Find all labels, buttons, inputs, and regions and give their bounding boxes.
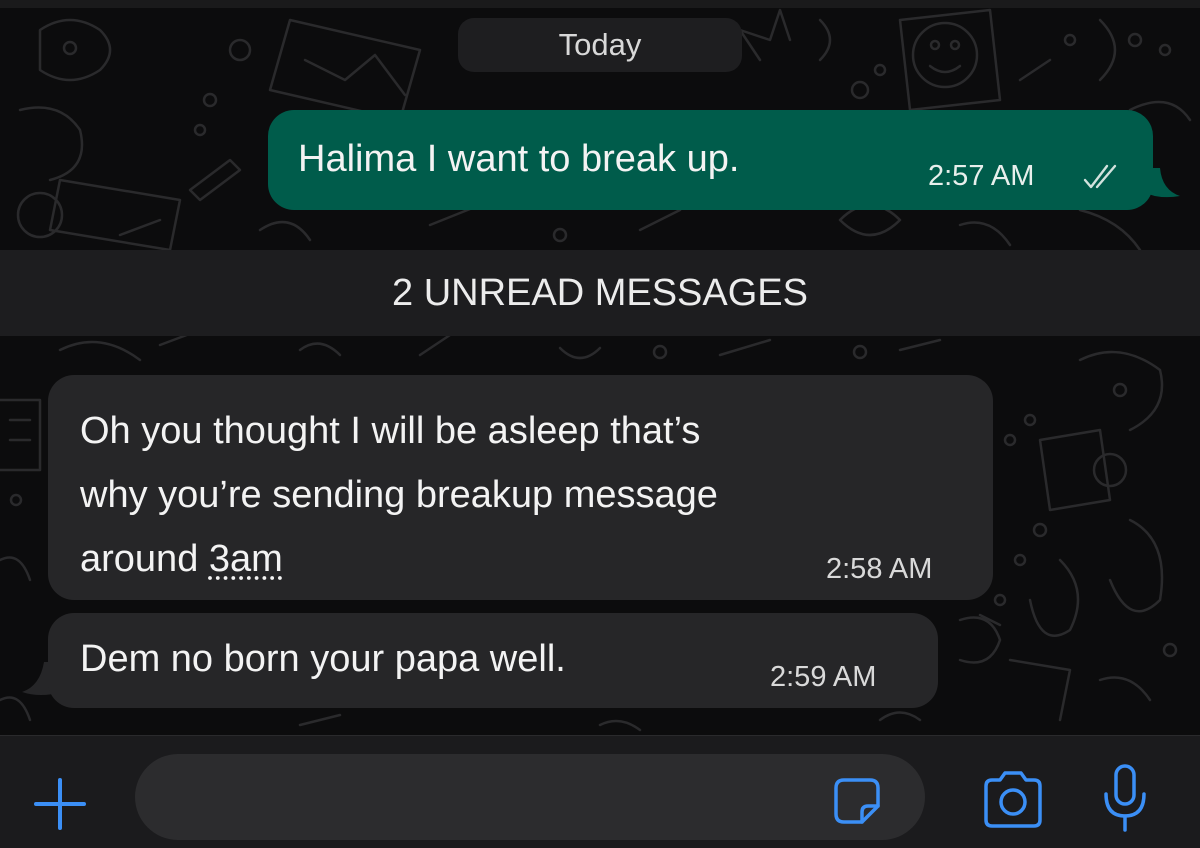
chat-screen: Today Halima I want to break up. 2:57 AM… bbox=[0, 0, 1200, 848]
message-input[interactable] bbox=[135, 754, 925, 840]
incoming-message[interactable]: Oh you thought I will be asleep that’s w… bbox=[48, 375, 993, 600]
plus-icon[interactable] bbox=[30, 774, 90, 834]
time-link[interactable]: 3am bbox=[209, 538, 283, 580]
message-time: 2:57 AM bbox=[928, 160, 1035, 192]
message-text: Oh you thought I will be asleep that’s w… bbox=[80, 399, 718, 591]
microphone-icon[interactable] bbox=[1098, 762, 1152, 834]
message-line: Oh you thought I will be asleep that’s bbox=[80, 410, 701, 452]
outgoing-message[interactable]: Halima I want to break up. 2:57 AM bbox=[268, 110, 1153, 210]
double-check-icon bbox=[1083, 164, 1117, 189]
sticker-icon[interactable] bbox=[832, 776, 882, 826]
message-text: Halima I want to break up. bbox=[298, 138, 740, 180]
unread-messages-divider: 2 UNREAD MESSAGES bbox=[0, 250, 1200, 336]
message-time: 2:59 AM bbox=[770, 661, 877, 693]
message-line: why you’re sending breakup message bbox=[80, 474, 718, 516]
status-strip bbox=[0, 0, 1200, 8]
message-time: 2:58 AM bbox=[826, 553, 933, 585]
message-text: Dem no born your papa well. bbox=[80, 638, 566, 680]
camera-icon[interactable] bbox=[980, 768, 1046, 832]
composer-bar bbox=[0, 735, 1200, 848]
message-line: around bbox=[80, 538, 209, 580]
incoming-message[interactable]: Dem no born your papa well. 2:59 AM bbox=[48, 613, 938, 708]
date-separator: Today bbox=[458, 18, 742, 72]
